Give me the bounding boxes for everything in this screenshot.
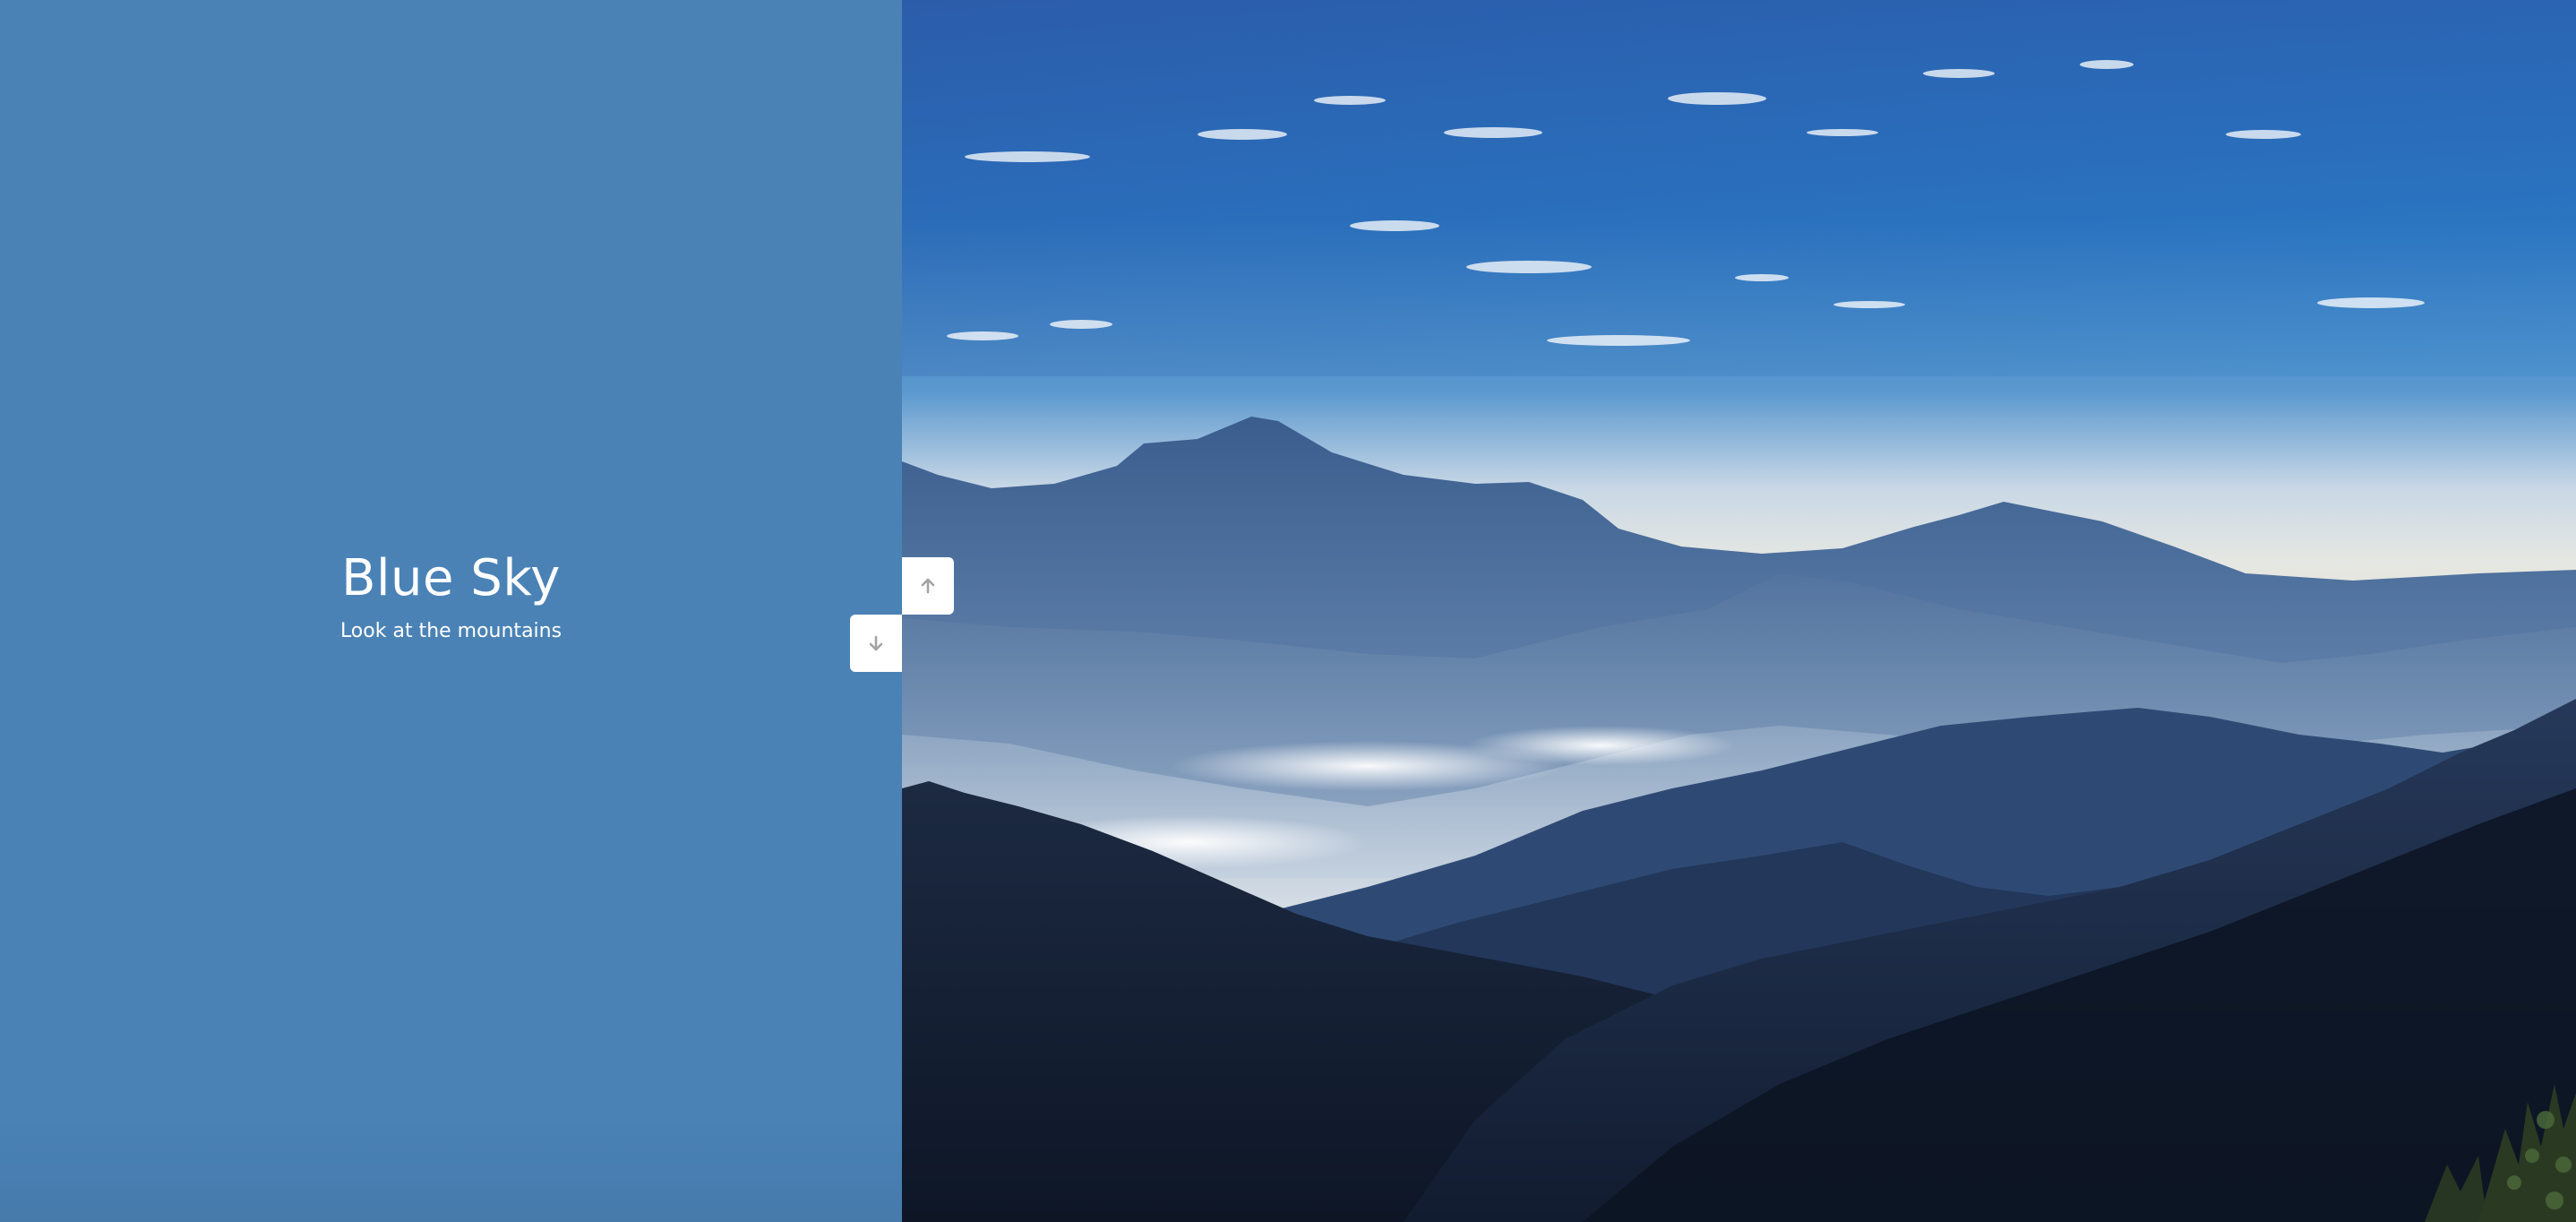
slide-down-button[interactable] (850, 615, 902, 672)
slide-subtitle: Look at the mountains (339, 620, 562, 642)
slide-title: Blue Sky (341, 549, 561, 607)
arrow-down-icon (866, 633, 886, 653)
panel-shadow (0, 1114, 902, 1222)
slide-up-button[interactable] (902, 557, 954, 615)
mountain-photo (902, 0, 2576, 1222)
slider: Blue Sky Look at the mountains (0, 0, 2576, 1222)
text-slide-panel: Blue Sky Look at the mountains (0, 0, 902, 1222)
arrow-up-icon (918, 576, 938, 596)
slide-caption: Blue Sky Look at the mountains (0, 546, 902, 645)
